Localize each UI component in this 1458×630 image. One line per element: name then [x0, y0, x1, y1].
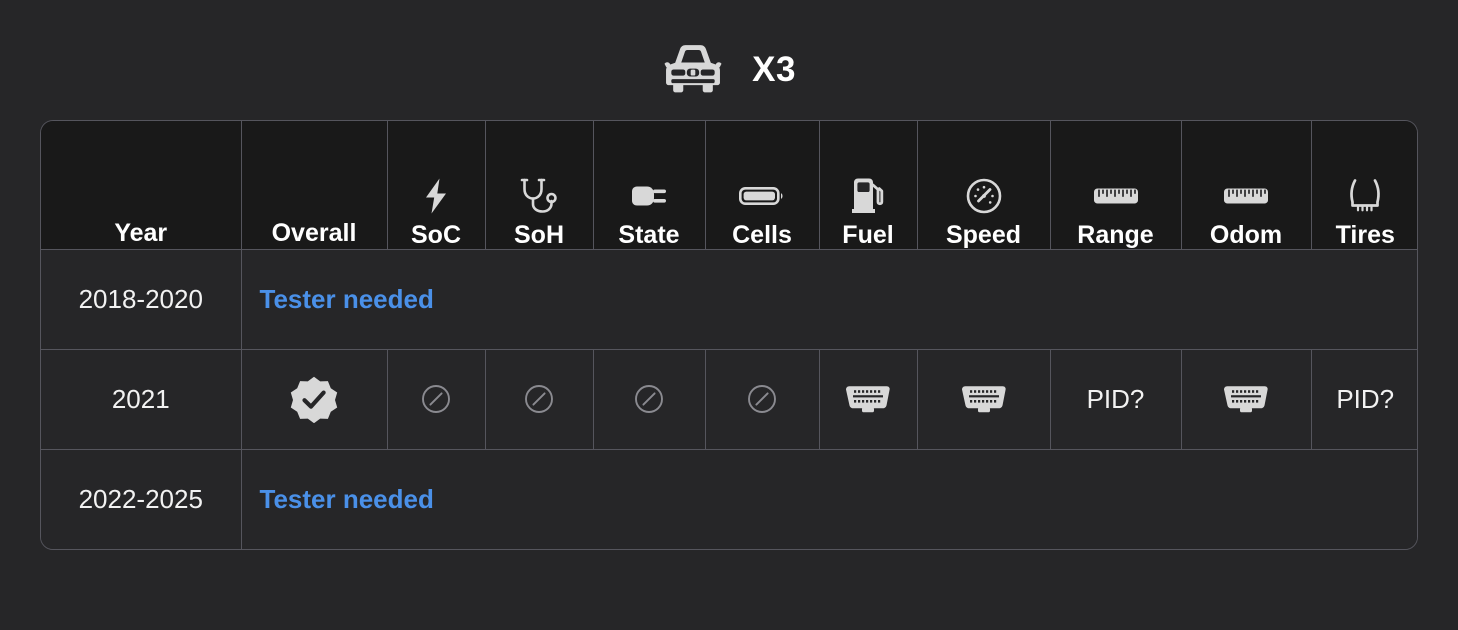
table-row: 2022-2025 Tester needed	[41, 449, 1417, 549]
header-row: Year Overall SoC SoH State Cells Fuel Sp…	[41, 121, 1417, 250]
cell-overall	[241, 349, 388, 450]
lightning-bolt-icon	[422, 176, 450, 216]
column-header-soc-label: SoC	[411, 221, 461, 250]
column-header-range: Range	[1050, 121, 1182, 250]
compatibility-table: Year Overall SoC SoH State Cells Fuel Sp…	[41, 121, 1417, 549]
stethoscope-icon	[519, 176, 559, 216]
cell-speed	[917, 349, 1051, 450]
column-header-cells: Cells	[705, 121, 820, 250]
column-header-fuel-label: Fuel	[842, 221, 894, 250]
tester-needed-cell: Tester needed	[241, 249, 1417, 350]
table-header: Year Overall SoC SoH State Cells Fuel Sp…	[41, 121, 1417, 250]
not-supported-icon	[421, 384, 451, 414]
column-header-overall: Overall	[241, 121, 388, 250]
column-header-overall-label: Overall	[271, 219, 357, 248]
column-header-odom: Odom	[1181, 121, 1312, 250]
obd-connector-icon	[958, 383, 1010, 415]
compatibility-page: X3 Year Overall SoC SoH State Cells Fuel…	[0, 0, 1458, 630]
cell-range: PID?	[1050, 349, 1182, 450]
column-header-fuel: Fuel	[819, 121, 918, 250]
tester-needed-cell: Tester needed	[241, 449, 1417, 549]
not-supported-icon	[634, 384, 664, 414]
battery-icon	[739, 176, 785, 216]
not-supported-icon	[747, 384, 777, 414]
column-header-state-label: State	[618, 221, 680, 250]
cell-fuel	[819, 349, 918, 450]
pid-unknown-label: PID?	[1086, 383, 1145, 414]
column-header-speed: Speed	[917, 121, 1051, 250]
ruler-icon	[1223, 176, 1269, 216]
cell-state	[593, 349, 706, 450]
fuel-pump-icon	[851, 176, 885, 216]
column-header-year: Year	[41, 121, 242, 250]
pid-unknown-label: PID?	[1336, 383, 1395, 414]
tester-needed-link[interactable]: Tester needed	[260, 284, 434, 315]
column-header-year-label: Year	[114, 219, 168, 248]
column-header-tires-label: Tires	[1335, 221, 1395, 250]
tester-needed-link[interactable]: Tester needed	[260, 484, 434, 515]
obd-connector-icon	[842, 383, 894, 415]
cell-soh	[485, 349, 594, 450]
obd-connector-icon	[1220, 383, 1272, 415]
verified-badge-icon	[290, 375, 338, 423]
compatibility-table-container: Year Overall SoC SoH State Cells Fuel Sp…	[40, 120, 1418, 550]
speedometer-icon	[965, 176, 1003, 216]
cell-cells	[705, 349, 820, 450]
page-header: X3	[0, 0, 1458, 120]
page-title: X3	[752, 49, 796, 89]
column-header-soh: SoH	[485, 121, 594, 250]
year-label: 2021	[111, 383, 170, 414]
power-plug-icon	[628, 176, 670, 216]
column-header-soh-label: SoH	[514, 221, 564, 250]
column-header-range-label: Range	[1077, 221, 1154, 250]
year-label: 2022-2025	[78, 483, 203, 514]
year-cell: 2022-2025	[41, 449, 242, 549]
year-label: 2018-2020	[78, 283, 203, 314]
column-header-tires: Tires	[1311, 121, 1417, 250]
table-row: 2018-2020 Tester needed	[41, 249, 1417, 350]
car-front-icon	[662, 43, 724, 95]
table-row: 2021 PID? PID?	[41, 349, 1417, 450]
cell-tires: PID?	[1311, 349, 1417, 450]
year-cell: 2021	[41, 349, 242, 450]
tire-pressure-icon	[1346, 176, 1384, 216]
column-header-soc: SoC	[387, 121, 486, 250]
column-header-cells-label: Cells	[732, 221, 792, 250]
ruler-icon	[1093, 176, 1139, 216]
cell-soc	[387, 349, 486, 450]
cell-odom	[1181, 349, 1312, 450]
column-header-state: State	[593, 121, 706, 250]
not-supported-icon	[524, 384, 554, 414]
column-header-speed-label: Speed	[945, 221, 1022, 250]
year-cell: 2018-2020	[41, 249, 242, 350]
column-header-odom-label: Odom	[1209, 221, 1283, 250]
table-body: 2018-2020 Tester needed 2021 PID? PID? 2…	[41, 249, 1417, 549]
